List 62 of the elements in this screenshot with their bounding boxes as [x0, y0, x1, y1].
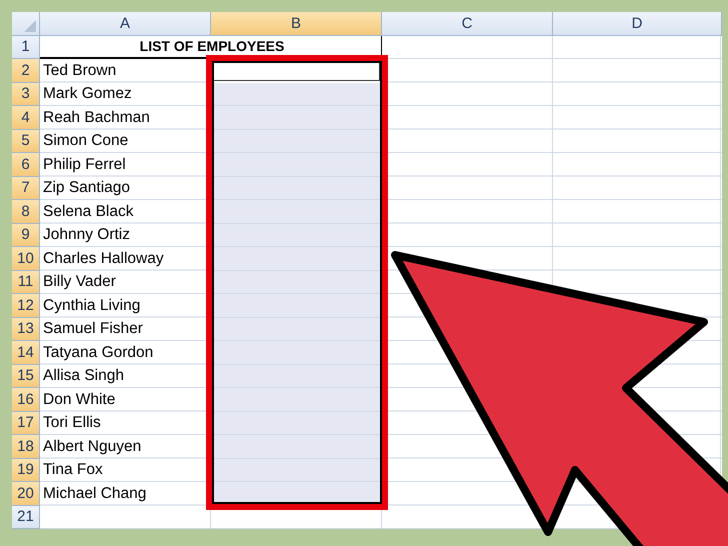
selected-cell[interactable] [211, 458, 382, 482]
row-header[interactable]: 6 [12, 153, 40, 176]
employee-name-cell-text: Samuel Fisher [42, 319, 144, 340]
row-header[interactable]: 3 [12, 82, 40, 106]
employee-name-cell-text: Michael Chang [42, 484, 148, 504]
row-header[interactable]: 8 [12, 200, 40, 224]
employee-name-cell-text: Tori Ellis [42, 413, 102, 434]
row-header[interactable]: 16 [12, 388, 40, 412]
column-header[interactable]: D [553, 12, 722, 36]
employee-name-cell-text: Tatyana Gordon [42, 342, 154, 363]
employee-name-cell-text: Selena Black [42, 202, 134, 222]
employee-name-cell-text: Ted Brown [42, 60, 118, 81]
row-header[interactable]: 13 [12, 318, 40, 341]
employee-name-cell-text: Tina Fox [42, 460, 104, 480]
employee-name-cell-text: Charles Halloway [42, 248, 165, 269]
employee-name-cell-text: Philip Ferrel [42, 154, 127, 175]
row-header[interactable]: 4 [12, 106, 40, 130]
row-header[interactable]: 10 [12, 247, 40, 270]
row-header[interactable]: 7 [12, 176, 40, 200]
row-header[interactable]: 12 [12, 294, 40, 318]
selected-cell[interactable] [211, 341, 382, 364]
row-header[interactable]: 9 [12, 224, 40, 247]
employee-name-cell-text: Albert Nguyen [42, 436, 142, 457]
selected-cell[interactable] [211, 153, 382, 176]
row-header[interactable]: 20 [12, 482, 40, 506]
row-header[interactable]: 18 [12, 435, 40, 458]
row-header[interactable]: 2 [12, 59, 40, 82]
selected-cell[interactable] [211, 224, 382, 247]
column-header[interactable]: B [211, 12, 382, 36]
selected-cell[interactable] [211, 247, 382, 270]
column-header[interactable]: C [382, 12, 553, 36]
row-header[interactable]: 21 [12, 506, 40, 529]
selected-cell[interactable] [211, 435, 382, 458]
row-header[interactable]: 14 [12, 341, 40, 364]
selected-cell[interactable] [211, 270, 382, 294]
row-header[interactable]: 1 [12, 36, 40, 59]
employee-name-cell-text: Mark Gomez [42, 84, 133, 104]
selected-cell[interactable] [211, 200, 382, 224]
selected-cell[interactable] [211, 412, 382, 435]
selected-cell[interactable] [211, 176, 382, 200]
employee-name-cell-text: Simon Cone [42, 131, 130, 152]
triangle-icon [24, 20, 36, 32]
row-header[interactable]: 19 [12, 458, 40, 482]
row-header[interactable]: 15 [12, 364, 40, 388]
selected-cell[interactable] [211, 388, 382, 412]
employee-name-cell-text: Reah Bachman [42, 108, 151, 128]
row-header[interactable]: 17 [12, 412, 40, 435]
selected-cell[interactable] [211, 82, 382, 106]
selected-cell[interactable] [211, 294, 382, 318]
selected-cell[interactable] [211, 364, 382, 388]
column-header[interactable]: A [40, 12, 211, 36]
employee-name-cell-text: Don White [42, 390, 116, 410]
row-header[interactable]: 11 [12, 270, 40, 294]
selected-cell[interactable] [211, 130, 382, 153]
selected-cell[interactable] [211, 106, 382, 130]
employee-name-cell-text: Billy Vader [42, 272, 117, 292]
employee-name-cell-text: Allisa Singh [42, 366, 125, 386]
row-header[interactable]: 5 [12, 130, 40, 153]
employee-name-cell-text: Cynthia Living [42, 296, 142, 316]
employee-name-cell-text: Johnny Ortiz [42, 225, 132, 246]
employee-name-cell-text: Zip Santiago [42, 178, 132, 198]
selected-cell[interactable] [211, 318, 382, 341]
